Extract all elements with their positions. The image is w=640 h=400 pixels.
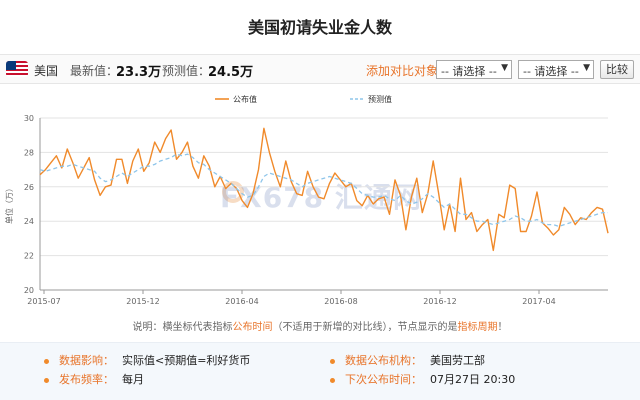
footer-impact: 数据影响： 实际值<预期值=利好货币 bbox=[44, 352, 250, 368]
impact-value: 实际值<预期值=利好货币 bbox=[122, 354, 251, 367]
y-tick-label: 30 bbox=[24, 114, 34, 123]
x-tick-label: 2016-04 bbox=[225, 297, 258, 306]
page-title: 美国初请失业金人数 bbox=[247, 18, 392, 37]
latest-value-label: 最新值： bbox=[70, 64, 119, 78]
series-actual-line bbox=[39, 127, 609, 252]
latest-value: 23.3万 bbox=[116, 65, 162, 80]
impact-label: 数据影响： bbox=[59, 354, 114, 367]
footer-next-release: 下次公布时间： 07月27日 20:30 bbox=[330, 371, 515, 387]
y-tick-label: 24 bbox=[24, 217, 34, 226]
y-axis-label: 单位（万） bbox=[4, 184, 14, 224]
info-footer: 数据影响： 实际值<预期值=利好货币 数据公布机构： 美国劳工部 发布频率： 每月 下… bbox=[0, 342, 640, 400]
info-bar: 美国 最新值： 23.3万 预测值： 24.5万 添加对比对象： -- 请选择 … bbox=[0, 54, 640, 84]
agency-value: 美国劳工部 bbox=[430, 354, 485, 367]
next-release-value: 07月27日 20:30 bbox=[430, 373, 516, 386]
bullet-icon bbox=[44, 358, 49, 364]
chart-note: 说明：横坐标代表指标公布时间（不适用于新增的对比线），节点显示的是指标周期！ bbox=[0, 318, 640, 333]
series-forecast-line bbox=[39, 153, 608, 228]
y-tick-label: 22 bbox=[24, 252, 34, 261]
note-prefix: 说明：横坐标代表指标 bbox=[132, 322, 233, 333]
chevron-down-icon: ▼ bbox=[501, 63, 508, 73]
legend-label: 预测值 bbox=[368, 94, 392, 104]
x-tick-label: 2015-07 bbox=[27, 297, 60, 306]
bullet-icon bbox=[330, 377, 335, 383]
country-name: 美国 bbox=[34, 64, 59, 78]
note-highlight-1: 公布时间 bbox=[232, 322, 273, 333]
footer-frequency: 发布频率： 每月 bbox=[44, 371, 144, 387]
x-tick-label: 2017-04 bbox=[522, 297, 555, 306]
y-tick-label: 28 bbox=[24, 148, 34, 157]
line-chart: 20 22 24 26 28 30 2015-07 2015-12 2016-04 2016-08… bbox=[4, 94, 609, 306]
bullet-icon bbox=[44, 377, 49, 383]
note-middle: （不适用于新增的对比线），节点显示的是 bbox=[272, 322, 458, 333]
agency-label: 数据公布机构： bbox=[345, 354, 422, 367]
compare-select-1-value: -- 请选择 -- bbox=[441, 65, 497, 78]
chevron-down-icon: ▼ bbox=[583, 63, 590, 73]
next-release-label: 下次公布时间： bbox=[345, 373, 422, 386]
compare-button[interactable]: 比较 bbox=[600, 60, 634, 79]
forecast-value: 24.5万 bbox=[208, 65, 254, 80]
y-tick-label: 20 bbox=[24, 286, 34, 295]
y-tick-label: 26 bbox=[24, 183, 34, 192]
forecast-value-label: 预测值： bbox=[162, 64, 211, 78]
x-tick-label: 2016-08 bbox=[324, 297, 357, 306]
frequency-label: 发布频率： bbox=[59, 373, 114, 386]
note-highlight-2: 指标周期 bbox=[457, 322, 498, 333]
footer-agency: 数据公布机构： 美国劳工部 bbox=[330, 352, 485, 368]
us-flag-icon bbox=[6, 61, 28, 77]
x-tick-label: 2016-12 bbox=[423, 297, 456, 306]
compare-select-2[interactable]: -- 请选择 -- ▼ bbox=[518, 60, 594, 79]
compare-select-2-value: -- 请选择 -- bbox=[523, 65, 579, 78]
legend-label: 公布值 bbox=[233, 94, 257, 104]
note-suffix: ！ bbox=[497, 322, 508, 333]
x-tick-label: 2015-12 bbox=[126, 297, 159, 306]
compare-select-1[interactable]: -- 请选择 -- ▼ bbox=[436, 60, 512, 79]
bullet-icon bbox=[330, 358, 335, 364]
frequency-value: 每月 bbox=[122, 373, 144, 386]
